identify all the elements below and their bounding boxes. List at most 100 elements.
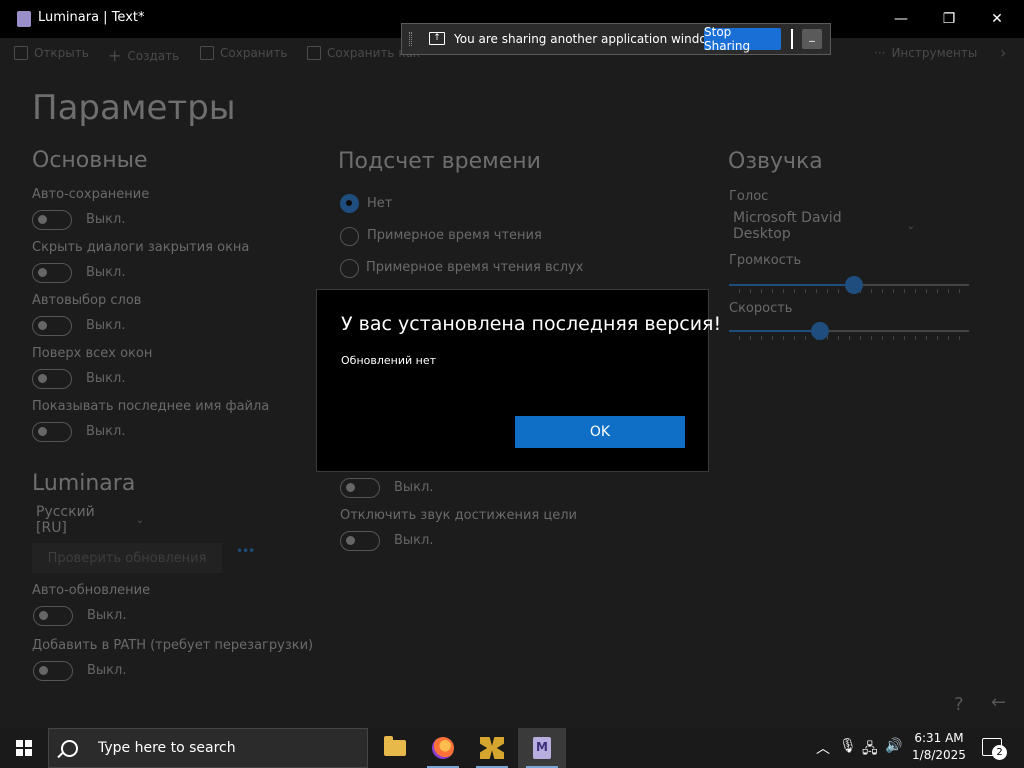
luminara-heading: Luminara	[32, 471, 136, 496]
dialog-message: Обновлений нет	[341, 354, 436, 367]
notification-center-icon[interactable]: 2	[982, 738, 1007, 760]
tools-label: Инструменты	[891, 46, 978, 60]
mute-goal-toggle[interactable]	[340, 531, 380, 551]
microphone-icon[interactable]: 🎙	[839, 738, 857, 754]
maximize-button[interactable]: ❐	[926, 0, 972, 38]
add-to-path-state: Выкл.	[87, 663, 127, 678]
taskbar-search[interactable]: Type here to search	[48, 728, 368, 768]
save-button[interactable]: Сохранить	[200, 46, 288, 60]
create-label: Создать	[127, 48, 180, 63]
radio-reading-time[interactable]	[340, 227, 359, 246]
hide-close-dialogs-label: Скрыть диалоги закрытия окна	[32, 240, 250, 255]
save-label: Сохранить	[220, 46, 288, 60]
speed-slider-ticks	[739, 336, 964, 340]
radio-reading-aloud-time-label: Примерное время чтения вслух	[366, 260, 584, 275]
autosave-toggle[interactable]	[32, 210, 72, 230]
save-icon	[200, 46, 214, 60]
search-icon	[61, 739, 78, 757]
add-to-path-label: Добавить в PATH (требует перезагрузки)	[32, 638, 314, 653]
search-placeholder: Type here to search	[98, 740, 236, 756]
taskbar-firefox[interactable]	[419, 728, 467, 768]
speed-slider-fill	[729, 330, 821, 332]
taskbar-yellow-app[interactable]	[468, 728, 516, 768]
start-button[interactable]	[0, 728, 48, 768]
voice-heading: Озвучка	[728, 149, 823, 174]
hide-close-dialogs-state: Выкл.	[86, 265, 126, 280]
radio-none-label: Нет	[367, 196, 393, 211]
chevron-down-icon: ⌄	[135, 514, 144, 526]
drag-handle[interactable]	[409, 32, 412, 46]
add-to-path-toggle[interactable]	[33, 661, 73, 681]
clock-time: 6:31 AM	[914, 731, 964, 745]
dialog-title: У вас установлена последняя версия!	[341, 313, 722, 335]
auto-update-state: Выкл.	[87, 608, 127, 623]
autoselect-words-toggle[interactable]	[32, 316, 72, 336]
radio-reading-aloud-time[interactable]	[340, 259, 359, 278]
screen-share-bar: ↑ You are sharing another application wi…	[401, 23, 831, 55]
luminara-icon	[533, 737, 551, 759]
show-last-filename-label: Показывать последнее имя файла	[32, 399, 270, 414]
network-icon[interactable]: 🖧	[862, 738, 878, 762]
taskbar-luminara[interactable]	[518, 728, 566, 768]
share-screen-icon: ↑	[429, 32, 445, 45]
ok-button[interactable]: OK	[515, 416, 685, 448]
folder-icon	[384, 736, 406, 756]
show-last-filename-toggle[interactable]	[32, 422, 72, 442]
luminara-app-icon	[17, 11, 31, 27]
more-icon: ···	[874, 46, 886, 60]
open-label: Открыть	[34, 46, 89, 60]
autoselect-words-state: Выкл.	[86, 318, 126, 333]
check-updates-button[interactable]: Проверить обновления	[32, 543, 222, 573]
general-heading: Основные	[32, 148, 148, 173]
autoselect-words-label: Автовыбор слов	[32, 293, 142, 308]
speed-label: Скорость	[729, 301, 793, 316]
minimize-button[interactable]: —	[878, 0, 924, 38]
plus-icon: +	[108, 46, 122, 65]
create-button[interactable]: + Создать	[108, 46, 179, 65]
window-title: Luminara | Text*	[38, 10, 145, 25]
mute-goal-label: Отключить звук достижения цели	[340, 508, 577, 523]
mute-goal-state: Выкл.	[394, 533, 434, 548]
language-select[interactable]: Русский [RU] ⌄	[32, 504, 144, 536]
taskbar-clock[interactable]: 6:31 AM 1/8/2025	[905, 730, 973, 764]
hidden-setting-toggle[interactable]	[340, 478, 380, 498]
open-button[interactable]: Открыть	[14, 46, 89, 60]
firefox-icon	[432, 737, 454, 759]
help-icon[interactable]: ?	[954, 694, 964, 715]
autosave-label: Авто-сохранение	[32, 187, 150, 202]
volume-slider-fill	[729, 284, 854, 286]
notification-count: 2	[992, 745, 1007, 760]
tools-button[interactable]: ··· Инструменты	[874, 46, 977, 60]
back-arrow-icon[interactable]: ←	[991, 692, 1006, 713]
toolbar-overflow-icon[interactable]: ›	[1000, 43, 1006, 62]
radio-reading-time-label: Примерное время чтения	[367, 228, 542, 243]
always-on-top-state: Выкл.	[86, 371, 126, 386]
always-on-top-label: Поверх всех окон	[32, 346, 153, 361]
stop-sharing-button[interactable]: Stop Sharing	[704, 25, 781, 53]
chevron-down-icon: ⌄	[906, 220, 915, 232]
clock-date: 1/8/2025	[912, 748, 966, 762]
auto-update-toggle[interactable]	[33, 606, 73, 626]
share-divider	[791, 29, 793, 49]
app-icon	[480, 737, 504, 759]
close-button[interactable]: ✕	[974, 0, 1020, 38]
always-on-top-toggle[interactable]	[32, 369, 72, 389]
loading-spinner-icon: •••	[236, 544, 255, 558]
voice-select[interactable]: Microsoft David Desktop ⌄	[729, 210, 915, 242]
share-minimize-button[interactable]: _	[802, 29, 822, 49]
hide-close-dialogs-toggle[interactable]	[32, 263, 72, 283]
auto-update-label: Авто-обновление	[32, 583, 151, 598]
share-message: You are sharing another application wind…	[454, 32, 720, 46]
tray-chevron-icon[interactable]: ︿	[816, 738, 830, 758]
windows-logo-icon	[16, 740, 32, 756]
language-value: Русский [RU]	[36, 504, 95, 536]
app-window: Luminara | Text* — ❐ ✕ Открыть + Создать…	[0, 0, 1024, 728]
taskbar-file-explorer[interactable]	[371, 728, 419, 768]
radio-none[interactable]	[340, 194, 359, 213]
volume-icon[interactable]: 🔊	[885, 738, 902, 754]
save-as-icon	[307, 46, 321, 60]
volume-slider-thumb[interactable]	[844, 276, 863, 294]
show-last-filename-state: Выкл.	[86, 424, 126, 439]
taskbar: Type here to search ︿ 🎙 🖧 🔊 6:31 AM 1/8/…	[0, 728, 1024, 768]
voice-label: Голос	[729, 189, 769, 204]
